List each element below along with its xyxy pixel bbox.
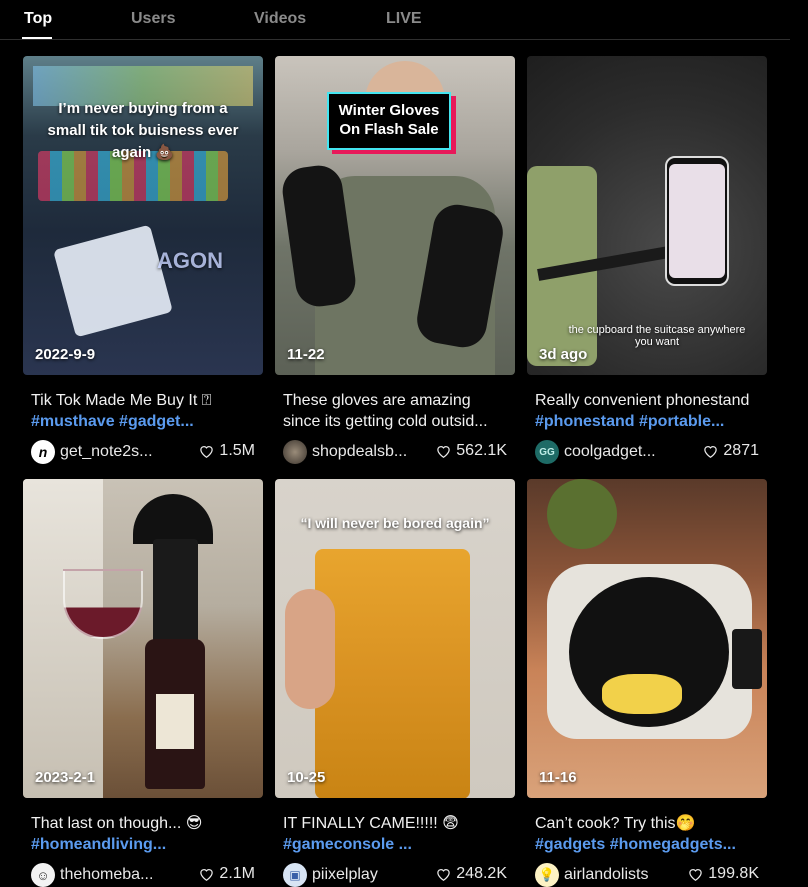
search-tabs: Top Users Videos LIVE	[0, 0, 790, 40]
username[interactable]: thehomeba...	[60, 866, 153, 884]
avatar[interactable]: 💡	[535, 863, 559, 887]
like-count-value: 1.5M	[219, 442, 255, 459]
video-thumbnail[interactable]: “I will never be bored again” 10-25	[275, 479, 515, 798]
thumbnail-overlay-text: Winter Gloves On Flash Sale	[327, 92, 451, 150]
like-count-value: 199.8K	[708, 865, 759, 882]
video-meta: shopdealsb... 562.1K	[275, 438, 515, 466]
video-date: 11-22	[287, 346, 325, 363]
heart-outline-icon	[200, 446, 214, 458]
avatar[interactable]: n	[31, 440, 55, 464]
avatar[interactable]	[283, 440, 307, 464]
like-count: 248.2K	[436, 865, 507, 883]
video-date: 3d ago	[539, 346, 588, 363]
heart-outline-icon	[200, 869, 214, 881]
username[interactable]: shopdealsb...	[312, 443, 407, 461]
tab-videos[interactable]: Videos	[254, 10, 306, 28]
video-caption: Really convenient phonestand	[535, 392, 750, 409]
username[interactable]: piixelplay	[312, 866, 378, 884]
thumbnail-logo-text: AGON	[157, 248, 223, 273]
video-card[interactable]: AGON I’m never buying from a small tik t…	[23, 56, 263, 466]
heart-outline-icon	[437, 446, 451, 458]
tab-live[interactable]: LIVE	[386, 10, 422, 28]
video-hashtags[interactable]: #gameconsole ...	[283, 834, 507, 855]
video-caption: Tik Tok Made Me Buy It ⍰	[31, 392, 212, 409]
active-tab-indicator	[22, 37, 52, 39]
video-meta: n get_note2s... 1.5M	[23, 438, 263, 466]
thumbnail-overlay-text: I’m never buying from a small tik tok bu…	[47, 100, 239, 161]
video-thumbnail[interactable]: the cupboard the suitcase anywhere you w…	[527, 56, 767, 375]
avatar[interactable]: ▣	[283, 863, 307, 887]
video-meta: ☺ thehomeba... 2.1M	[23, 861, 263, 887]
like-count: 2871	[703, 442, 759, 460]
video-date: 2022-9-9	[35, 346, 96, 363]
video-thumbnail[interactable]: AGON I’m never buying from a small tik t…	[23, 56, 263, 375]
video-meta: 💡 airlandolists 199.8K	[527, 861, 767, 887]
video-card[interactable]: the cupboard the suitcase anywhere you w…	[527, 56, 767, 466]
video-date: 11-16	[539, 769, 577, 786]
video-title[interactable]: Really convenient phonestand #phonestand…	[527, 390, 767, 432]
video-title[interactable]: Can’t cook? Try this🤭 #gadgets #homegadg…	[527, 813, 767, 855]
video-caption-line2: since its getting cold outsid...	[283, 413, 488, 430]
video-title[interactable]: These gloves are amazing since its getti…	[275, 390, 515, 432]
video-card[interactable]: 2023-2-1 That last on though... 😎 #homea…	[23, 479, 263, 887]
like-count: 2.1M	[199, 865, 255, 883]
video-meta: GG coolgadget... 2871	[527, 438, 767, 466]
video-hashtags[interactable]: #homeandliving...	[31, 834, 255, 855]
like-count-value: 2.1M	[219, 865, 255, 882]
video-thumbnail[interactable]: 2023-2-1	[23, 479, 263, 798]
video-date: 10-25	[287, 769, 326, 786]
video-thumbnail[interactable]: 11-16	[527, 479, 767, 798]
video-card[interactable]: Winter Gloves On Flash Sale 11-22 These …	[275, 56, 515, 466]
username[interactable]: get_note2s...	[60, 443, 153, 461]
video-thumbnail[interactable]: Winter Gloves On Flash Sale 11-22	[275, 56, 515, 375]
video-title[interactable]: That last on though... 😎 #homeandliving.…	[23, 813, 263, 855]
like-count-value: 248.2K	[456, 865, 507, 882]
video-caption: That last on though... 😎	[31, 815, 203, 832]
heart-outline-icon	[689, 869, 703, 881]
avatar[interactable]: ☺	[31, 863, 55, 887]
video-date: 2023-2-1	[35, 769, 96, 786]
like-count: 199.8K	[688, 865, 759, 883]
video-card[interactable]: 11-16 Can’t cook? Try this🤭 #gadgets #ho…	[527, 479, 767, 887]
thumbnail-overlay-text: “I will never be bored again”	[300, 515, 490, 531]
avatar[interactable]: GG	[535, 440, 559, 464]
tab-top[interactable]: Top	[24, 10, 52, 28]
video-caption: Can’t cook? Try this🤭	[535, 815, 696, 832]
tab-users[interactable]: Users	[131, 10, 175, 28]
like-count: 562.1K	[436, 442, 507, 460]
video-title[interactable]: IT FINALLY CAME!!!!! 😨 #gameconsole ...	[275, 813, 515, 855]
thumbnail-overlay-text: the cupboard the suitcase anywhere you w…	[568, 324, 746, 348]
video-hashtags[interactable]: #gadgets #homegadgets...	[535, 834, 759, 855]
username[interactable]: coolgadget...	[564, 443, 656, 461]
heart-outline-icon	[437, 869, 451, 881]
like-count-value: 562.1K	[456, 442, 507, 459]
heart-outline-icon	[704, 446, 718, 458]
video-card[interactable]: “I will never be bored again” 10-25 IT F…	[275, 479, 515, 887]
video-hashtags[interactable]: #musthave #gadget...	[31, 411, 255, 432]
username[interactable]: airlandolists	[564, 866, 648, 884]
video-title[interactable]: Tik Tok Made Me Buy It ⍰ #musthave #gadg…	[23, 390, 263, 432]
video-hashtags[interactable]: #phonestand #portable...	[535, 411, 759, 432]
video-caption: These gloves are amazing	[283, 392, 471, 409]
like-count-value: 2871	[723, 442, 759, 459]
like-count: 1.5M	[199, 442, 255, 460]
video-caption: IT FINALLY CAME!!!!! 😨	[283, 815, 459, 832]
video-meta: ▣ piixelplay 248.2K	[275, 861, 515, 887]
